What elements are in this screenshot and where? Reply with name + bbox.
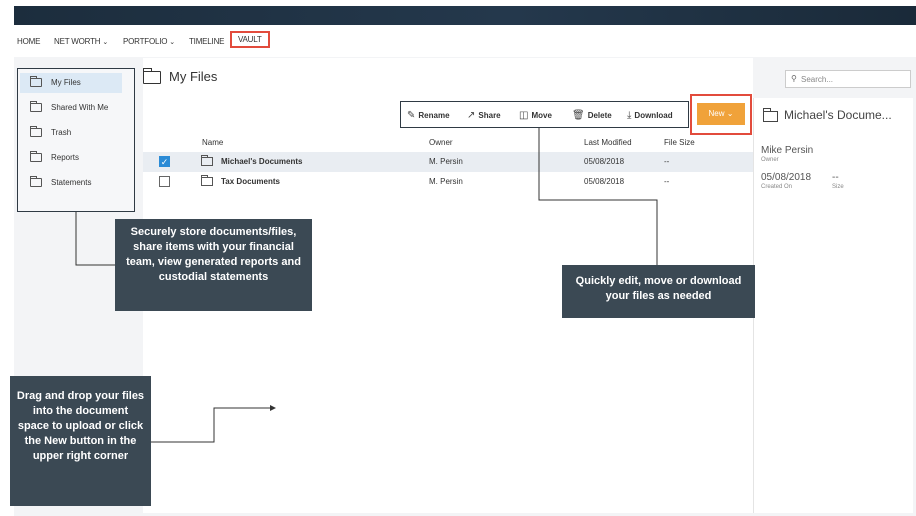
callout-drag-drop: Drag and drop your files into the docume… bbox=[10, 376, 151, 506]
connector-drag bbox=[151, 407, 272, 443]
arrow-head bbox=[270, 405, 276, 411]
callout-edit-files: Quickly edit, move or download your file… bbox=[562, 265, 755, 318]
connector-edit bbox=[538, 128, 658, 265]
connector-store bbox=[75, 212, 115, 266]
callout-store-documents: Securely store documents/files, share it… bbox=[115, 219, 312, 311]
